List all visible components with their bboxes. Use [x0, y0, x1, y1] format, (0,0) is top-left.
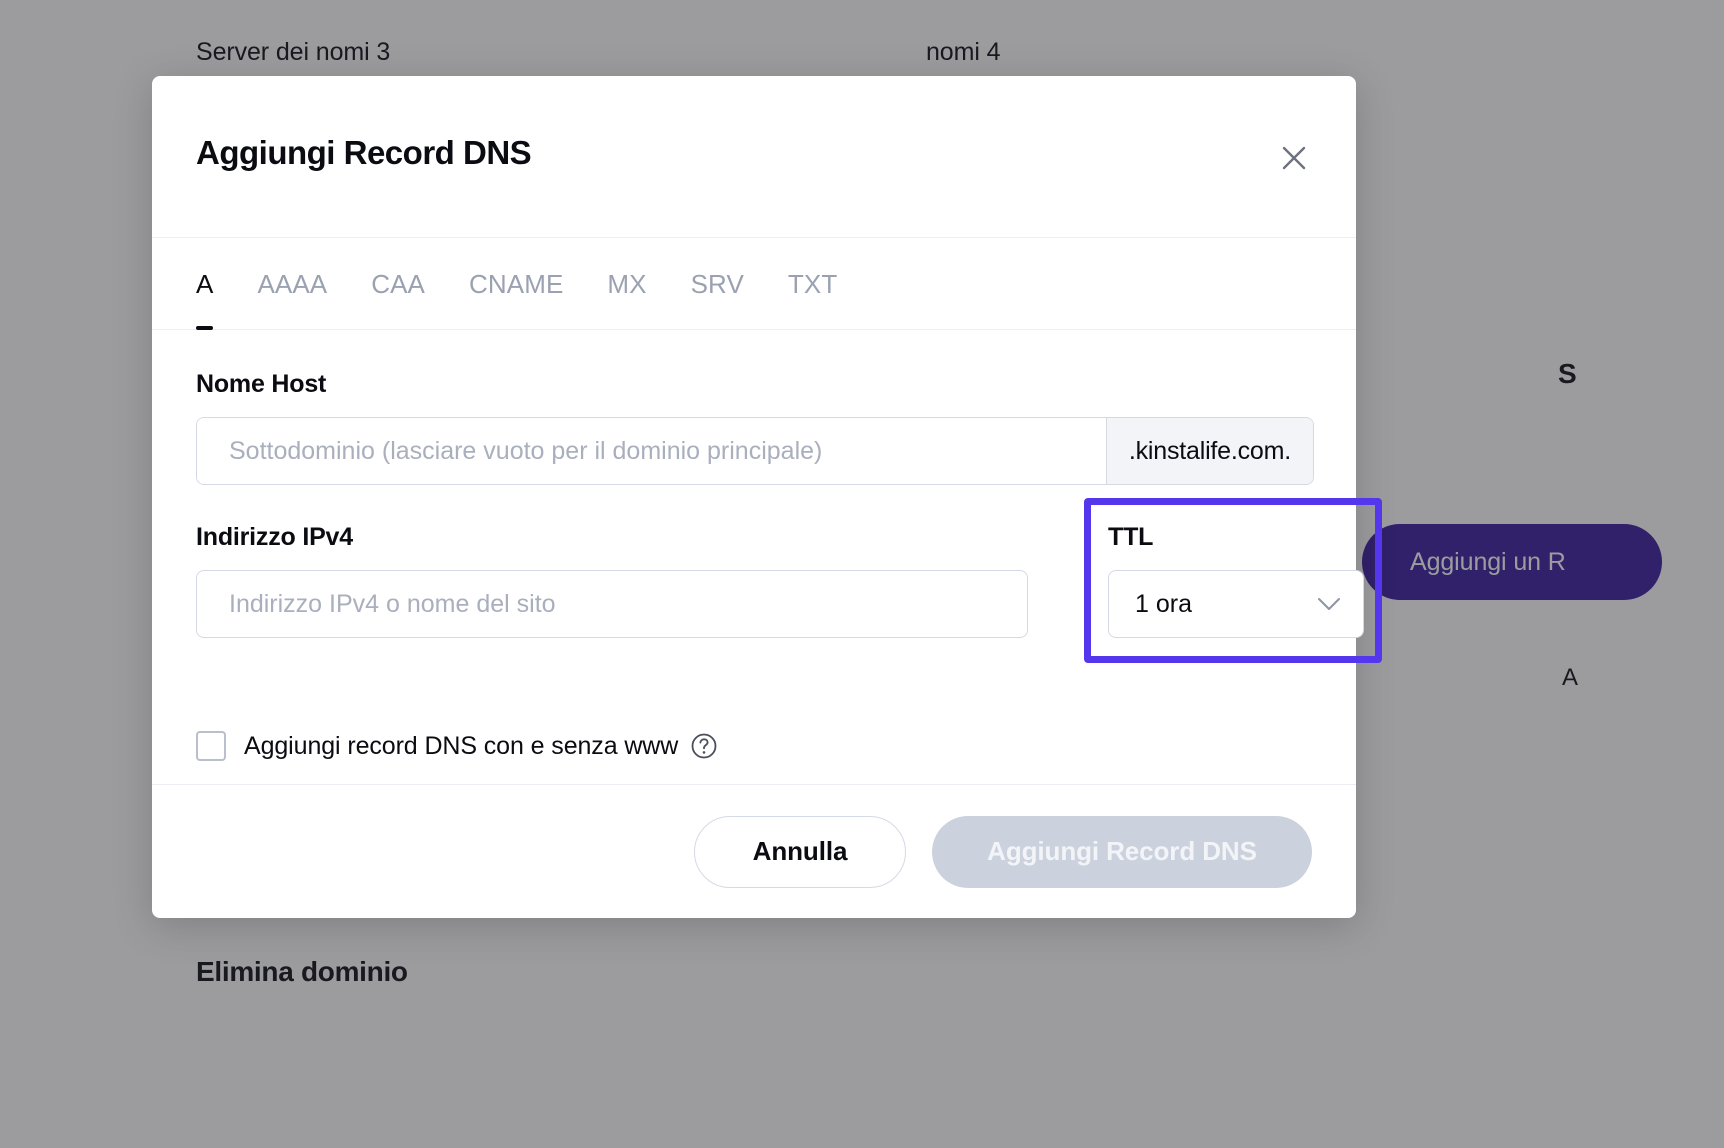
tab-caa[interactable]: CAA: [371, 238, 425, 330]
close-icon: [1279, 143, 1309, 173]
cancel-button[interactable]: Annulla: [694, 815, 906, 888]
chevron-down-icon: [1317, 597, 1341, 611]
tab-aaaa[interactable]: AAAA: [257, 238, 327, 330]
ipv4-field-group: Indirizzo IPv4: [196, 523, 1028, 638]
host-name-input[interactable]: [197, 418, 1106, 484]
add-dns-record-modal: Aggiungi Record DNS A AAAA CAA CNAME MX …: [152, 76, 1382, 918]
submit-add-dns-record-button[interactable]: Aggiungi Record DNS: [932, 815, 1312, 888]
close-button[interactable]: [1274, 138, 1314, 178]
www-option-checkbox[interactable]: [196, 731, 226, 761]
app-root: Server dei nomi 3 nomi 4 Elimina dominio…: [0, 0, 1724, 1148]
www-option-row: Aggiungi record DNS con e senza www: [196, 731, 1312, 761]
ttl-label: TTL: [1108, 523, 1154, 551]
tab-txt[interactable]: TXT: [788, 238, 837, 330]
tab-cname[interactable]: CNAME: [469, 238, 563, 330]
domain-suffix-label: .kinstalife.com.: [1105, 418, 1313, 484]
host-name-label: Nome Host: [196, 370, 327, 398]
ttl-select[interactable]: 1 ora: [1108, 570, 1364, 638]
ttl-selected-value: 1 ora: [1135, 589, 1192, 618]
ipv4-input[interactable]: [196, 570, 1028, 638]
host-name-field-group: .kinstalife.com.: [196, 417, 1314, 485]
tab-srv[interactable]: SRV: [691, 238, 744, 330]
record-type-tabs: A AAAA CAA CNAME MX SRV TXT: [152, 238, 1356, 330]
www-option-label: Aggiungi record DNS con e senza www: [244, 731, 679, 760]
modal-body: Nome Host .kinstalife.com. Indirizzo IPv…: [152, 330, 1382, 784]
tab-a[interactable]: A: [196, 238, 214, 330]
ttl-field-group: TTL 1 ora: [1108, 523, 1364, 638]
modal-header: Aggiungi Record DNS: [152, 76, 1356, 238]
question-circle-icon[interactable]: [690, 732, 718, 760]
ipv4-ttl-row: Indirizzo IPv4 TTL 1 ora: [196, 498, 1382, 693]
ipv4-label: Indirizzo IPv4: [196, 523, 353, 551]
modal-title: Aggiungi Record DNS: [196, 134, 532, 171]
modal-footer: Annulla Aggiungi Record DNS: [152, 784, 1356, 918]
tab-mx[interactable]: MX: [607, 238, 646, 330]
